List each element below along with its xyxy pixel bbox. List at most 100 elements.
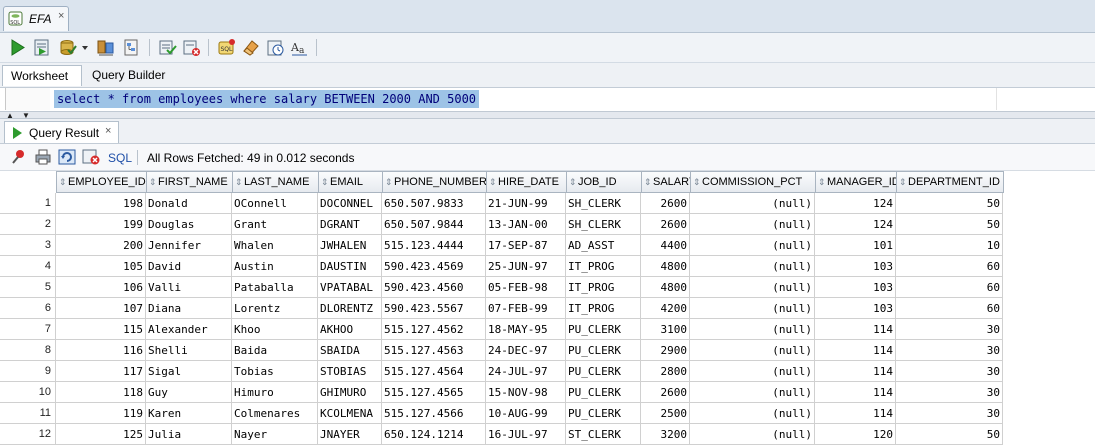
sort-icon[interactable]: ⇕ xyxy=(693,177,702,188)
table-cell-hire-date[interactable]: 21-JUN-99 xyxy=(486,193,566,214)
table-cell-last-name[interactable]: Pataballa xyxy=(232,277,318,298)
table-cell-job-id[interactable]: IT_PROG xyxy=(566,256,641,277)
tab-query-builder[interactable]: Query Builder xyxy=(84,65,173,86)
table-cell-manager-id[interactable]: 114 xyxy=(815,340,896,361)
table-cell-last-name[interactable]: Austin xyxy=(232,256,318,277)
pin-icon[interactable] xyxy=(10,148,28,166)
table-cell-commission-pct[interactable]: (null) xyxy=(690,214,815,235)
table-cell-manager-id[interactable]: 114 xyxy=(815,403,896,424)
table-cell-phone-number[interactable]: 515.123.4444 xyxy=(382,235,486,256)
table-cell-email[interactable]: DAUSTIN xyxy=(318,256,382,277)
table-cell-salary[interactable]: 2500 xyxy=(641,403,690,424)
table-cell-department-id[interactable]: 30 xyxy=(896,403,1003,424)
table-cell-employee-id[interactable]: 118 xyxy=(56,382,146,403)
table-cell-last-name[interactable]: Grant xyxy=(232,214,318,235)
table-cell-employee-id[interactable]: 106 xyxy=(56,277,146,298)
sort-icon[interactable]: ⇕ xyxy=(321,177,330,188)
table-cell-first-name[interactable]: David xyxy=(146,256,232,277)
sort-icon[interactable]: ⇕ xyxy=(149,177,158,188)
table-row[interactable]: 9 117 Sigal Tobias STOBIAS 515.127.4564 24-JUL… xyxy=(0,361,1095,382)
pane-splitter[interactable]: ▲ ▼ xyxy=(0,111,1095,120)
table-cell-department-id[interactable]: 60 xyxy=(896,256,1003,277)
sql-history-icon[interactable] xyxy=(266,38,285,57)
table-cell-first-name[interactable]: Valli xyxy=(146,277,232,298)
table-cell-commission-pct[interactable]: (null) xyxy=(690,403,815,424)
table-cell-commission-pct[interactable]: (null) xyxy=(690,340,815,361)
table-cell-employee-id[interactable]: 107 xyxy=(56,298,146,319)
sort-icon[interactable]: ⇕ xyxy=(644,177,653,188)
table-cell-commission-pct[interactable]: (null) xyxy=(690,424,815,445)
run-statement-icon[interactable] xyxy=(8,38,27,57)
table-cell-employee-id[interactable]: 125 xyxy=(56,424,146,445)
table-row[interactable]: 10 118 Guy Himuro GHIMURO 515.127.4565 15-NOV-… xyxy=(0,382,1095,403)
table-cell-last-name[interactable]: Nayer xyxy=(232,424,318,445)
table-cell-employee-id[interactable]: 200 xyxy=(56,235,146,256)
table-cell-salary[interactable]: 4800 xyxy=(641,256,690,277)
table-cell-commission-pct[interactable]: (null) xyxy=(690,256,815,277)
table-cell-first-name[interactable]: Diana xyxy=(146,298,232,319)
table-cell-employee-id[interactable]: 117 xyxy=(56,361,146,382)
column-header-email[interactable]: ⇕EMAIL xyxy=(318,171,383,193)
collapse-up-icon[interactable]: ▲ xyxy=(6,112,14,120)
table-row[interactable]: 8 116 Shelli Baida SBAIDA 515.127.4563 24-DEC-… xyxy=(0,340,1095,361)
format-text-icon[interactable]: Aa xyxy=(290,38,309,57)
table-cell-commission-pct[interactable]: (null) xyxy=(690,277,815,298)
table-cell-hire-date[interactable]: 05-FEB-98 xyxy=(486,277,566,298)
table-cell-email[interactable]: AKHOO xyxy=(318,319,382,340)
document-tab-efa[interactable]: SQL EFA × xyxy=(3,6,69,31)
column-header-hire-date[interactable]: ⇕HIRE_DATE xyxy=(486,171,567,193)
column-header-salary[interactable]: ⇕SALARY xyxy=(641,171,691,193)
table-cell-phone-number[interactable]: 515.127.4566 xyxy=(382,403,486,424)
table-cell-phone-number[interactable]: 590.423.4560 xyxy=(382,277,486,298)
tab-worksheet[interactable]: Worksheet xyxy=(2,65,82,86)
table-cell-phone-number[interactable]: 515.127.4565 xyxy=(382,382,486,403)
sql-link[interactable]: SQL xyxy=(108,151,132,165)
table-cell-salary[interactable]: 2800 xyxy=(641,361,690,382)
table-cell-first-name[interactable]: Sigal xyxy=(146,361,232,382)
table-cell-hire-date[interactable]: 10-AUG-99 xyxy=(486,403,566,424)
table-cell-email[interactable]: DGRANT xyxy=(318,214,382,235)
column-header-department-id[interactable]: ⇕DEPARTMENT_ID xyxy=(896,171,1004,193)
table-cell-email[interactable]: SBAIDA xyxy=(318,340,382,361)
column-header-job-id[interactable]: ⇕JOB_ID xyxy=(566,171,642,193)
table-cell-job-id[interactable]: PU_CLERK xyxy=(566,403,641,424)
table-cell-phone-number[interactable]: 650.124.1214 xyxy=(382,424,486,445)
table-cell-salary[interactable]: 2600 xyxy=(641,382,690,403)
table-cell-first-name[interactable]: Alexander xyxy=(146,319,232,340)
table-cell-manager-id[interactable]: 103 xyxy=(815,277,896,298)
table-row[interactable]: 5 106 Valli Pataballa VPATABAL 590.423.4560 05… xyxy=(0,277,1095,298)
table-cell-hire-date[interactable]: 13-JAN-00 xyxy=(486,214,566,235)
column-header-last-name[interactable]: ⇕LAST_NAME xyxy=(232,171,319,193)
table-cell-employee-id[interactable]: 116 xyxy=(56,340,146,361)
table-cell-manager-id[interactable]: 103 xyxy=(815,256,896,277)
close-result-icon[interactable]: × xyxy=(105,125,111,137)
table-cell-phone-number[interactable]: 515.127.4562 xyxy=(382,319,486,340)
table-cell-job-id[interactable]: ST_CLERK xyxy=(566,424,641,445)
table-cell-email[interactable]: STOBIAS xyxy=(318,361,382,382)
table-cell-salary[interactable]: 4400 xyxy=(641,235,690,256)
refresh-icon[interactable] xyxy=(58,148,76,166)
table-cell-hire-date[interactable]: 16-JUL-97 xyxy=(486,424,566,445)
run-script-icon[interactable] xyxy=(32,38,51,57)
table-cell-first-name[interactable]: Jennifer xyxy=(146,235,232,256)
table-cell-email[interactable]: DOCONNEL xyxy=(318,193,382,214)
sql-editor[interactable]: select * from employees where salary BET… xyxy=(5,88,1095,110)
table-cell-commission-pct[interactable]: (null) xyxy=(690,193,815,214)
table-cell-job-id[interactable]: IT_PROG xyxy=(566,298,641,319)
table-cell-hire-date[interactable]: 25-JUN-97 xyxy=(486,256,566,277)
table-cell-salary[interactable]: 4800 xyxy=(641,277,690,298)
table-cell-manager-id[interactable]: 120 xyxy=(815,424,896,445)
table-cell-job-id[interactable]: IT_PROG xyxy=(566,277,641,298)
table-cell-last-name[interactable]: Baida xyxy=(232,340,318,361)
table-cell-first-name[interactable]: Karen xyxy=(146,403,232,424)
table-cell-commission-pct[interactable]: (null) xyxy=(690,361,815,382)
table-cell-job-id[interactable]: SH_CLERK xyxy=(566,193,641,214)
table-cell-manager-id[interactable]: 124 xyxy=(815,193,896,214)
table-cell-department-id[interactable]: 60 xyxy=(896,298,1003,319)
tab-query-result[interactable]: Query Result × xyxy=(4,121,119,143)
table-cell-commission-pct[interactable]: (null) xyxy=(690,235,815,256)
table-row[interactable]: 3 200 Jennifer Whalen JWHALEN 515.123.4444 17-… xyxy=(0,235,1095,256)
table-cell-manager-id[interactable]: 114 xyxy=(815,382,896,403)
sort-icon[interactable]: ⇕ xyxy=(385,177,394,188)
table-row[interactable]: 7 115 Alexander Khoo AKHOO 515.127.4562 18-MAY… xyxy=(0,319,1095,340)
